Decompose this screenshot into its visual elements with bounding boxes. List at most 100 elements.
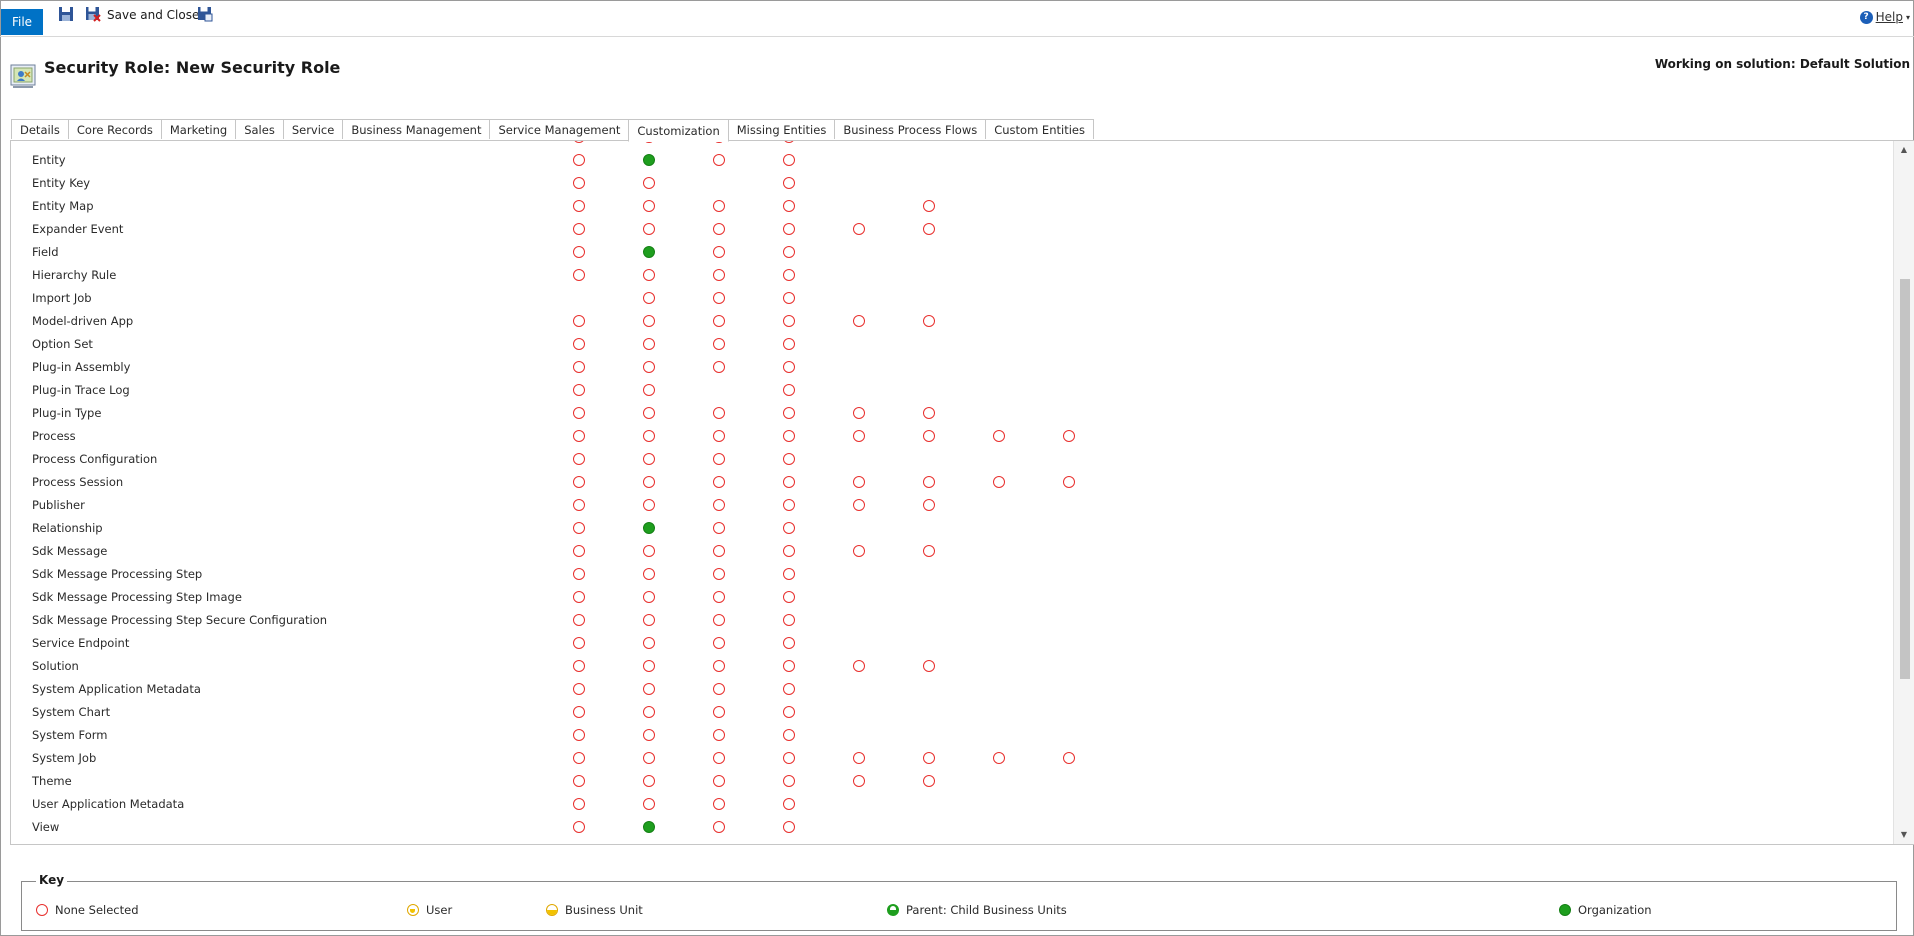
- tab-custom-entities[interactable]: Custom Entities: [985, 119, 1094, 139]
- organization-privilege-icon[interactable]: [643, 154, 655, 166]
- none-selected-privilege-icon[interactable]: [713, 729, 725, 741]
- none-selected-privilege-icon[interactable]: [783, 269, 795, 281]
- none-selected-privilege-icon[interactable]: [853, 476, 865, 488]
- none-selected-privilege-icon[interactable]: [713, 361, 725, 373]
- none-selected-privilege-icon[interactable]: [643, 453, 655, 465]
- none-selected-privilege-icon[interactable]: [783, 361, 795, 373]
- none-selected-privilege-icon[interactable]: [783, 637, 795, 649]
- none-selected-privilege-icon[interactable]: [923, 660, 935, 672]
- none-selected-privilege-icon[interactable]: [783, 706, 795, 718]
- none-selected-privilege-icon[interactable]: [713, 614, 725, 626]
- none-selected-privilege-icon[interactable]: [713, 154, 725, 166]
- none-selected-privilege-icon[interactable]: [573, 315, 585, 327]
- none-selected-privilege-icon[interactable]: [643, 177, 655, 189]
- none-selected-privilege-icon[interactable]: [643, 223, 655, 235]
- none-selected-privilege-icon[interactable]: [713, 568, 725, 580]
- none-selected-privilege-icon[interactable]: [713, 798, 725, 810]
- none-selected-privilege-icon[interactable]: [923, 223, 935, 235]
- none-selected-privilege-icon[interactable]: [783, 591, 795, 603]
- none-selected-privilege-icon[interactable]: [713, 752, 725, 764]
- none-selected-privilege-icon[interactable]: [573, 177, 585, 189]
- organization-privilege-icon[interactable]: [643, 821, 655, 833]
- none-selected-privilege-icon[interactable]: [573, 798, 585, 810]
- none-selected-privilege-icon[interactable]: [783, 614, 795, 626]
- none-selected-privilege-icon[interactable]: [573, 706, 585, 718]
- none-selected-privilege-icon[interactable]: [713, 223, 725, 235]
- none-selected-privilege-icon[interactable]: [783, 729, 795, 741]
- none-selected-privilege-icon[interactable]: [643, 292, 655, 304]
- none-selected-privilege-icon[interactable]: [713, 407, 725, 419]
- none-selected-privilege-icon[interactable]: [783, 453, 795, 465]
- none-selected-privilege-icon[interactable]: [713, 821, 725, 833]
- save-and-close-button[interactable]: Save and Close: [107, 8, 199, 22]
- none-selected-privilege-icon[interactable]: [643, 315, 655, 327]
- file-button[interactable]: File: [1, 9, 43, 35]
- none-selected-privilege-icon[interactable]: [783, 476, 795, 488]
- none-selected-privilege-icon[interactable]: [853, 752, 865, 764]
- help-menu[interactable]: ? Help ▾: [1859, 10, 1910, 24]
- none-selected-privilege-icon[interactable]: [573, 614, 585, 626]
- none-selected-privilege-icon[interactable]: [923, 200, 935, 212]
- none-selected-privilege-icon[interactable]: [713, 660, 725, 672]
- none-selected-privilege-icon[interactable]: [713, 315, 725, 327]
- none-selected-privilege-icon[interactable]: [573, 637, 585, 649]
- none-selected-privilege-icon[interactable]: [783, 407, 795, 419]
- none-selected-privilege-icon[interactable]: [573, 269, 585, 281]
- none-selected-privilege-icon[interactable]: [643, 591, 655, 603]
- none-selected-privilege-icon[interactable]: [643, 269, 655, 281]
- none-selected-privilege-icon[interactable]: [643, 614, 655, 626]
- tab-service-management[interactable]: Service Management: [489, 119, 630, 139]
- none-selected-privilege-icon[interactable]: [783, 798, 795, 810]
- none-selected-privilege-icon[interactable]: [573, 522, 585, 534]
- none-selected-privilege-icon[interactable]: [783, 315, 795, 327]
- none-selected-privilege-icon[interactable]: [713, 683, 725, 695]
- none-selected-privilege-icon[interactable]: [713, 545, 725, 557]
- none-selected-privilege-icon[interactable]: [993, 430, 1005, 442]
- none-selected-privilege-icon[interactable]: [853, 499, 865, 511]
- tab-business-management[interactable]: Business Management: [342, 119, 491, 139]
- tab-details[interactable]: Details: [11, 119, 69, 139]
- none-selected-privilege-icon[interactable]: [923, 545, 935, 557]
- none-selected-privilege-icon[interactable]: [713, 338, 725, 350]
- none-selected-privilege-icon[interactable]: [573, 361, 585, 373]
- none-selected-privilege-icon[interactable]: [573, 729, 585, 741]
- none-selected-privilege-icon[interactable]: [573, 200, 585, 212]
- none-selected-privilege-icon[interactable]: [643, 384, 655, 396]
- none-selected-privilege-icon[interactable]: [783, 246, 795, 258]
- save-as-icon[interactable]: [197, 6, 213, 22]
- none-selected-privilege-icon[interactable]: [643, 200, 655, 212]
- none-selected-privilege-icon[interactable]: [783, 292, 795, 304]
- none-selected-privilege-icon[interactable]: [783, 522, 795, 534]
- none-selected-privilege-icon[interactable]: [783, 338, 795, 350]
- none-selected-privilege-icon[interactable]: [853, 775, 865, 787]
- none-selected-privilege-icon[interactable]: [573, 246, 585, 258]
- none-selected-privilege-icon[interactable]: [853, 545, 865, 557]
- none-selected-privilege-icon[interactable]: [573, 476, 585, 488]
- none-selected-privilege-icon[interactable]: [783, 499, 795, 511]
- tab-core-records[interactable]: Core Records: [67, 119, 162, 139]
- none-selected-privilege-icon[interactable]: [643, 683, 655, 695]
- none-selected-privilege-icon[interactable]: [713, 246, 725, 258]
- none-selected-privilege-icon[interactable]: [853, 430, 865, 442]
- none-selected-privilege-icon[interactable]: [643, 430, 655, 442]
- scroll-up-icon[interactable]: ▲: [1898, 144, 1910, 156]
- none-selected-privilege-icon[interactable]: [573, 453, 585, 465]
- none-selected-privilege-icon[interactable]: [923, 315, 935, 327]
- none-selected-privilege-icon[interactable]: [573, 568, 585, 580]
- none-selected-privilege-icon[interactable]: [573, 141, 585, 143]
- none-selected-privilege-icon[interactable]: [643, 706, 655, 718]
- none-selected-privilege-icon[interactable]: [713, 476, 725, 488]
- tab-marketing[interactable]: Marketing: [160, 119, 237, 139]
- none-selected-privilege-icon[interactable]: [713, 591, 725, 603]
- none-selected-privilege-icon[interactable]: [783, 223, 795, 235]
- none-selected-privilege-icon[interactable]: [713, 499, 725, 511]
- none-selected-privilege-icon[interactable]: [923, 752, 935, 764]
- none-selected-privilege-icon[interactable]: [643, 407, 655, 419]
- none-selected-privilege-icon[interactable]: [783, 545, 795, 557]
- none-selected-privilege-icon[interactable]: [1063, 752, 1075, 764]
- none-selected-privilege-icon[interactable]: [643, 545, 655, 557]
- none-selected-privilege-icon[interactable]: [643, 752, 655, 764]
- none-selected-privilege-icon[interactable]: [573, 384, 585, 396]
- none-selected-privilege-icon[interactable]: [1063, 430, 1075, 442]
- tab-missing-entities[interactable]: Missing Entities: [727, 119, 836, 139]
